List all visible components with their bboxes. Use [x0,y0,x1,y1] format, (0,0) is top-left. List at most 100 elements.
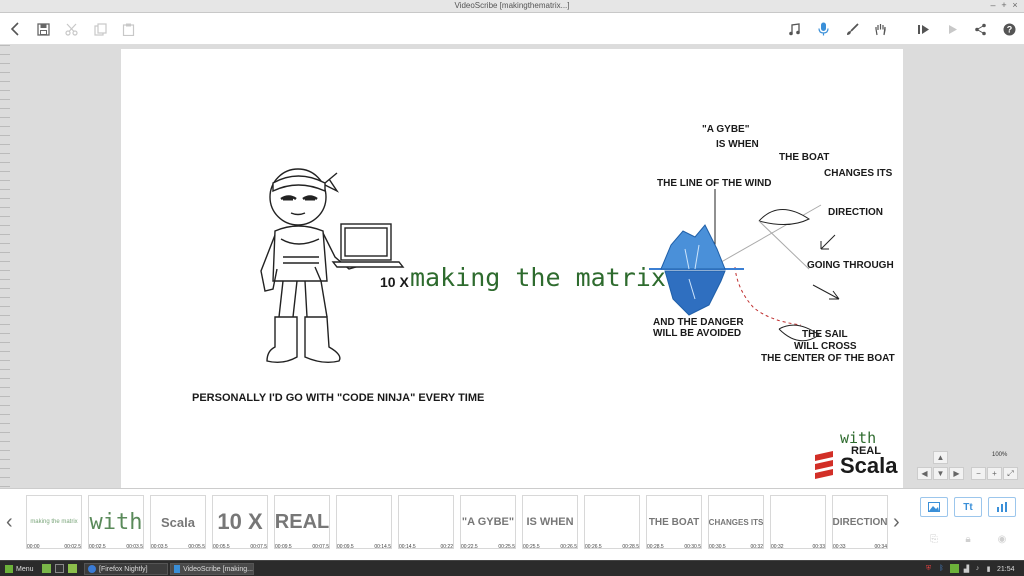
thumbnail-start-time: 00:05.5 [213,544,230,550]
taskbar-window-videoscribe[interactable]: VideoScribe [making... [170,563,254,575]
thumbnail-label [585,496,639,548]
thumbnail-end-time: 00:26.5 [560,544,577,550]
back-icon[interactable] [6,20,24,38]
timeline-thumbnail[interactable]: DIRECTION 00:33 00:34 [832,495,888,550]
headline-prefix[interactable]: 10 X [380,275,409,289]
paste-icon[interactable] [119,20,137,38]
sail-label-2[interactable]: WILL CROSS [794,342,857,352]
sail-label-3[interactable]: THE CENTER OF THE BOAT [761,354,895,364]
logo-scala-text[interactable]: Scala [840,455,898,477]
timeline-thumbnail[interactable]: REAL 00:09.5 00:07.5 [274,495,330,550]
scribe-canvas[interactable]: 10 X making the matrix PERSONALLY I'D GO… [121,49,903,488]
timeline-thumbnail[interactable]: 00:14.5 00:22 [398,495,454,550]
logo-with-text[interactable]: with [840,431,876,446]
maximize-button[interactable]: + [999,0,1009,10]
microphone-icon[interactable] [814,20,832,38]
timeline-thumbnail[interactable]: 10 X 00:05.5 00:07.5 [212,495,268,550]
thumbnail-label: DIRECTION [833,516,887,528]
terminal-icon[interactable] [55,564,64,573]
timeline-thumbnail[interactable]: with 00:02.5 00:03.5 [88,495,144,550]
going-through-label[interactable]: GOING THROUGH [807,261,894,271]
clock[interactable]: 21:54 [994,563,1024,575]
changes-label[interactable]: CHANGES ITS [824,169,892,179]
battery-icon[interactable]: ▮ [984,564,993,573]
share-icon[interactable] [971,20,989,38]
timeline-thumbnail[interactable]: 00:26.5 00:28.5 [584,495,640,550]
files-icon[interactable] [68,564,77,573]
thumbnail-start-time: 00:09.5 [337,544,354,550]
thumbnail-start-time: 00:32 [771,544,784,550]
thumbnail-start-time: 00:25.5 [523,544,540,550]
taskbar-window-firefox[interactable]: [Firefox Nightly] [84,563,168,575]
show-desktop-icon[interactable] [42,564,51,573]
taskbar: Menu [Firefox Nightly] VideoScribe [maki… [0,560,1024,576]
thumbnail-end-time: 00:02.5 [64,544,81,550]
thumbnail-label [771,496,825,548]
danger-label-2[interactable]: WILL BE AVOIDED [653,329,741,339]
start-menu-button[interactable]: Menu [2,563,38,575]
fit-screen-icon[interactable]: ⤢ [1003,467,1018,480]
thumbnail-end-time: 00:14.5 [374,544,391,550]
thumbnail-label: REAL [275,510,329,533]
play-icon[interactable] [943,20,961,38]
nav-left-icon[interactable]: ◀ [917,467,932,480]
wind-label[interactable]: THE LINE OF THE WIND [657,179,771,189]
lock-icon[interactable]: 🔒︎ [958,532,978,546]
save-icon[interactable] [34,20,52,38]
videoscribe-icon [174,565,181,573]
close-window-button[interactable]: × [1010,0,1020,10]
shield-icon[interactable]: ⛨ [924,564,933,573]
timeline-thumbnail[interactable]: 00:32 00:33 [770,495,826,550]
menu-icon [5,565,13,573]
zoom-out-icon[interactable]: − [971,467,986,480]
volume-icon[interactable]: ♪ [973,564,982,573]
ninja-caption[interactable]: PERSONALLY I'D GO WITH "CODE NINJA" EVER… [192,393,484,404]
timeline-thumbnail[interactable]: IS WHEN 00:25.5 00:26.5 [522,495,578,550]
boat-label[interactable]: THE BOAT [779,153,829,163]
nav-down-icon[interactable]: ▼ [933,467,948,480]
scala-logo-icon [815,451,833,479]
thumbnail-start-time: 00:33 [833,544,846,550]
add-chart-button[interactable] [988,497,1016,517]
music-icon[interactable] [785,20,803,38]
add-image-button[interactable] [920,497,948,517]
minimize-button[interactable]: – [988,0,998,10]
gybe-label-2[interactable]: IS WHEN [716,140,759,150]
timeline-thumbnail[interactable]: THE BOAT 00:28.5 00:30.5 [646,495,702,550]
copy-icon[interactable] [91,20,109,38]
network-icon[interactable]: ▟ [962,564,971,573]
eye-icon[interactable]: ◉ [992,532,1012,546]
brush-icon[interactable] [843,20,861,38]
timeline-thumbnail[interactable]: 00:09.5 00:14.5 [336,495,392,550]
play-from-icon[interactable] [914,20,932,38]
paste-item-icon[interactable]: ⎘ [924,532,944,546]
zoom-in-icon[interactable]: + [987,467,1002,480]
zoom-level: 100% [992,452,1008,458]
direction-label[interactable]: DIRECTION [828,208,883,218]
sail-label-1[interactable]: THE SAIL [802,330,848,340]
help-icon[interactable]: ? [1000,20,1018,38]
nav-up-icon[interactable]: ▲ [933,451,948,464]
title-bar: VideoScribe [makingthematrix...] – + × [0,0,1024,13]
start-menu-label: Menu [16,565,34,573]
bluetooth-icon[interactable]: ᛒ [937,564,946,573]
danger-label-1[interactable]: AND THE DANGER [653,318,744,328]
cut-icon[interactable] [62,20,80,38]
gybe-label-1[interactable]: "A GYBE" [702,125,749,135]
ninja-drawing[interactable] [253,161,423,376]
firefox-icon [88,565,96,573]
nvidia-icon[interactable] [950,564,959,573]
thumbnail-end-time: 00:07.5 [312,544,329,550]
timeline-thumbnail[interactable]: "A GYBE" 00:22.5 00:25.5 [460,495,516,550]
timeline-thumbnail[interactable]: making the matrix 00:00 00:02.5 [26,495,82,550]
timeline-thumbnail[interactable]: CHANGES ITS 00:30.5 00:32 [708,495,764,550]
timeline-thumbnail[interactable]: Scala 00:03.5 00:05.5 [150,495,206,550]
timeline-prev-icon[interactable]: ‹ [6,511,13,534]
hand-icon[interactable] [871,20,889,38]
thumbnail-end-time: 00:03.5 [126,544,143,550]
headline-text[interactable]: making the matrix [410,265,666,290]
nav-right-icon[interactable]: ▶ [949,467,964,480]
thumbnail-label [337,496,391,548]
timeline-next-icon[interactable]: › [893,511,900,534]
add-text-button[interactable]: Tt [954,497,982,517]
